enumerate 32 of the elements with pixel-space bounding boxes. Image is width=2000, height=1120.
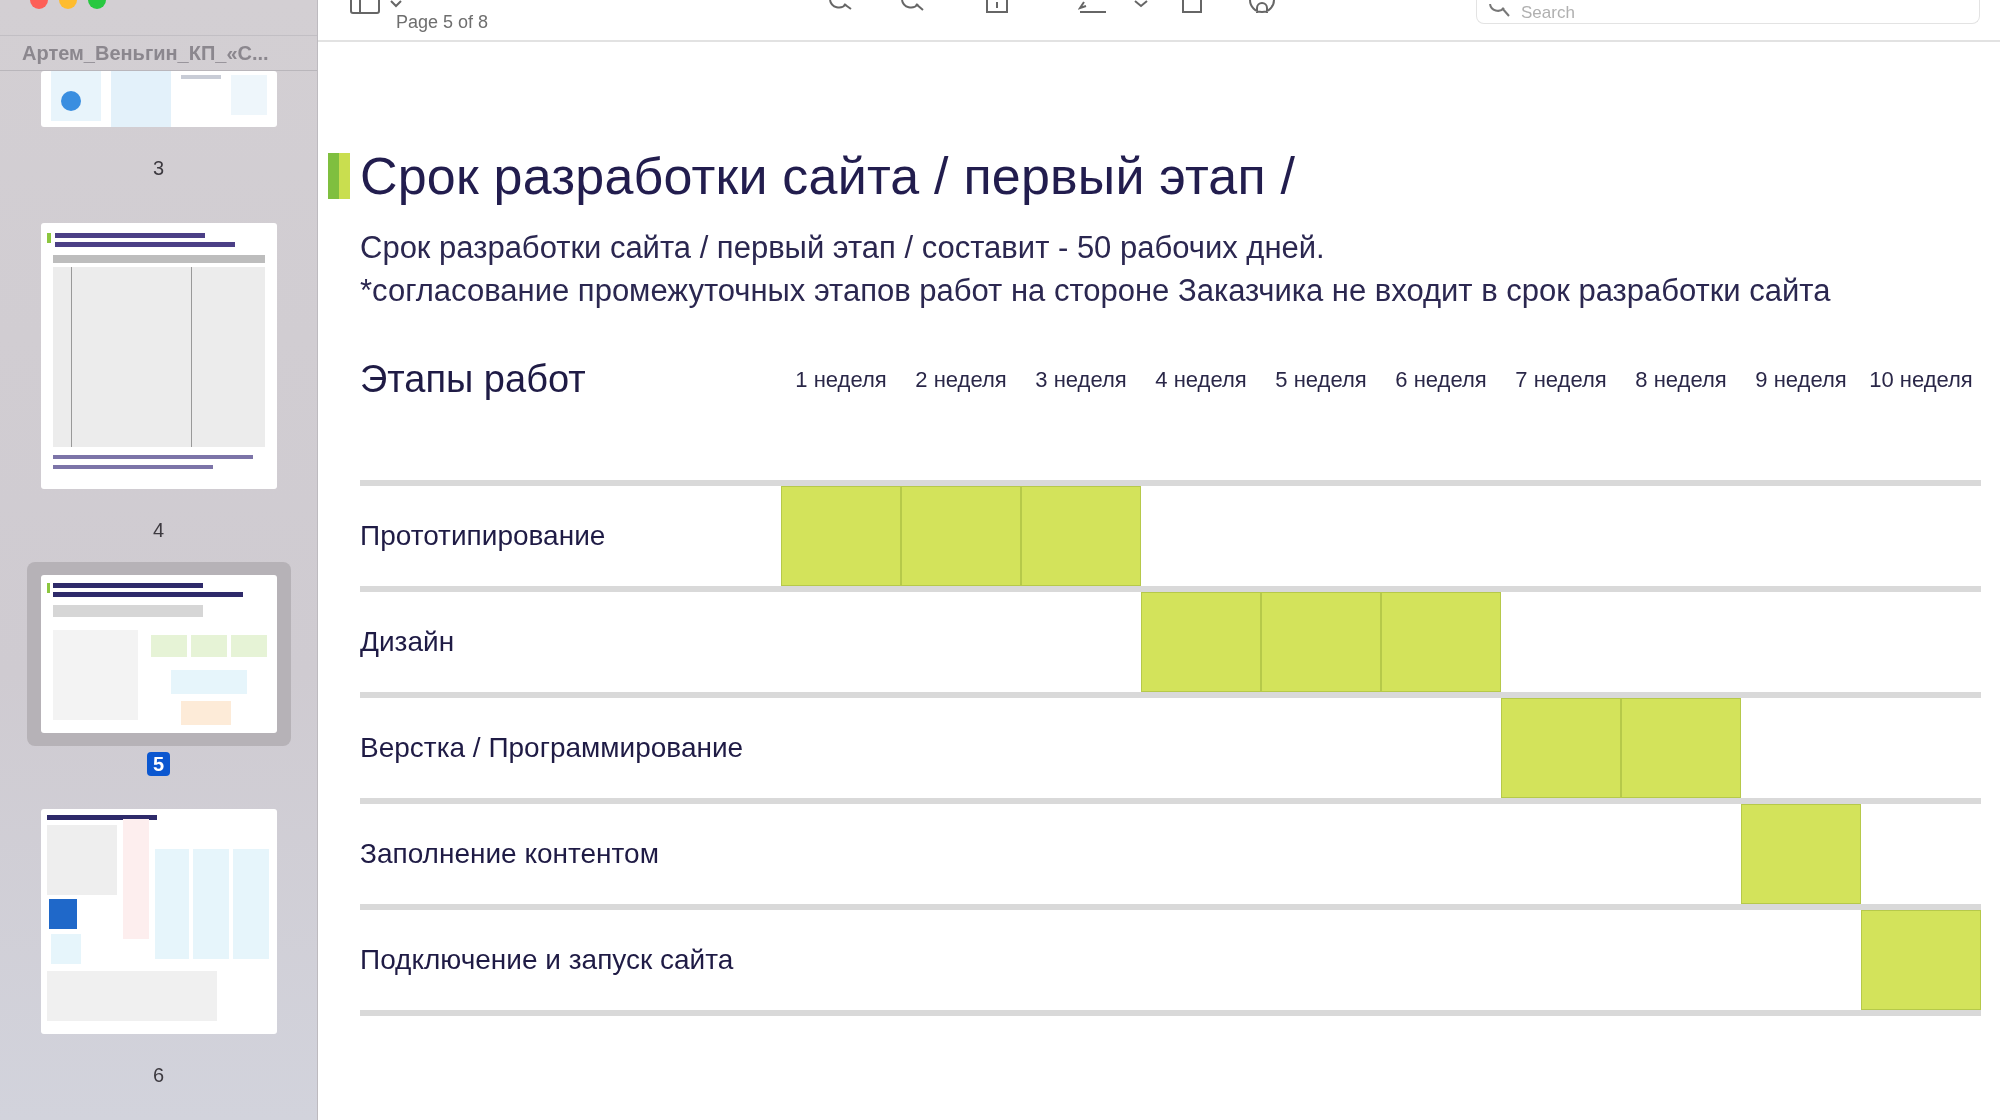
week-label: 2 неделя [914, 366, 1008, 393]
stage-name: Дизайн [360, 626, 456, 658]
page-number: 5 [146, 752, 171, 776]
week-label: 6 неделя [1394, 366, 1488, 393]
week-label: 9 неделя [1754, 366, 1848, 393]
week-label: 8 неделя [1634, 366, 1728, 393]
slide-title: Срок разработки сайта / первый этап / [360, 146, 1296, 206]
week-label: 10 неделя [1868, 366, 1974, 393]
document-title: Артем_Веньгин_КП_«С... [0, 35, 317, 71]
page-thumbnail[interactable] [26, 562, 291, 746]
share-icon[interactable] [986, 0, 1009, 14]
week-label: 5 неделя [1274, 366, 1368, 393]
page-number: 4 [151, 518, 166, 542]
stage-name: Прототипирование [360, 520, 607, 552]
stage-name: Заполнение контентом [360, 838, 660, 870]
stage-name: Подключение и запуск сайта [360, 944, 735, 976]
chevron-down-icon[interactable] [390, 0, 402, 8]
accent-bar [328, 153, 350, 199]
week-label: 1 неделя [794, 366, 888, 393]
week-label: 4 неделя [1154, 366, 1248, 393]
week-label: 3 неделя [1034, 366, 1128, 393]
description-text: Срок разработки сайта / первый этап / составит - 50 рабочих дней. [360, 229, 1326, 267]
week-label: 7 неделя [1514, 366, 1608, 393]
stages-heading: Этапы работ [360, 358, 587, 401]
chevron-down-icon[interactable] [1134, 0, 1149, 8]
description-text: *согласование промежуточных этапов работ на стороне Заказчика не входит в срок разработки сайта [360, 272, 1832, 310]
page-number: 6 [151, 1063, 166, 1087]
search-field[interactable]: Search [1476, 0, 1980, 24]
stage-name: Верстка / Программирование [360, 732, 745, 764]
page-number: 3 [151, 156, 166, 180]
page-indicator: Page 5 of 8 [396, 12, 489, 33]
sidebar-toggle-icon[interactable] [350, 0, 380, 14]
